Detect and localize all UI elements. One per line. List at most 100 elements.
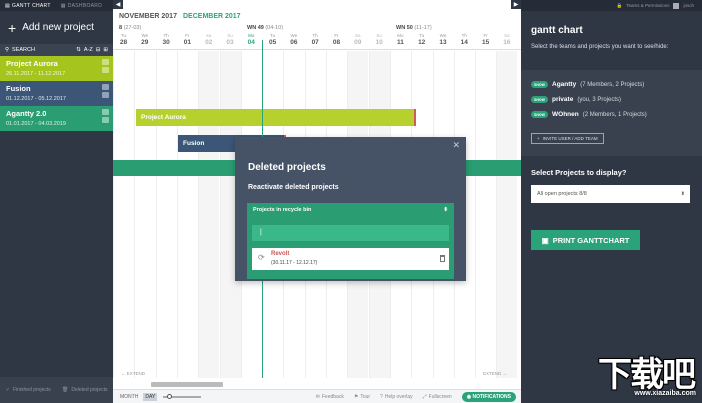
help-overlay-button[interactable]: ? Help overlay — [380, 394, 413, 400]
day-cell: Sa 16 — [496, 33, 517, 46]
user-icon[interactable] — [102, 117, 109, 123]
zoom-slider-knob[interactable] — [167, 393, 173, 399]
day-cell: Fr 01 — [177, 33, 198, 46]
day-cell: Th 30 — [156, 33, 177, 46]
project-item-fusion[interactable]: Fusion 01.12.2017 - 05.12.2017 — [0, 81, 113, 106]
day-number: 01 — [183, 39, 191, 46]
search-icon[interactable]: ⚲ — [5, 47, 9, 53]
day-column — [198, 51, 220, 378]
tab-dashboard[interactable]: ▦ DASHBOARD — [56, 3, 107, 9]
day-number: 28 — [119, 39, 128, 46]
day-number: 15 — [481, 39, 490, 46]
team-meta: (7 Members, 2 Projects) — [580, 81, 645, 88]
user-icon[interactable] — [102, 67, 109, 73]
restore-icon[interactable]: ⟳ — [258, 253, 265, 262]
collapse-icon[interactable]: ⊟ — [96, 47, 101, 53]
day-number: 10 — [375, 39, 383, 46]
day-of-week: Th — [163, 33, 169, 38]
day-cell: Sa 02 — [198, 33, 219, 46]
tour-button[interactable]: ⚑ Tour — [354, 394, 370, 400]
month-header: NOVEMBER 2017 DECEMBER 2017 — [113, 10, 521, 20]
avatar[interactable] — [673, 2, 680, 9]
deadline-marker — [414, 109, 416, 126]
user-icon[interactable] — [102, 92, 109, 98]
team-item: SHOW WOhnen (2 Members, 1 Projects) — [531, 111, 647, 118]
search-label[interactable]: SEARCH — [12, 47, 35, 53]
chevron-updown-icon: ⬍ — [443, 207, 448, 213]
month-label: NOVEMBER 2017 — [119, 13, 177, 20]
deleted-project-name: Revolt — [271, 251, 290, 257]
gantt-bar-aurora[interactable]: Project Aurora — [136, 109, 416, 126]
project-name: Fusion — [6, 84, 31, 93]
recycle-bin-select[interactable]: Projects in recycle bin ⬍ — [247, 203, 454, 217]
dashboard-icon: ▦ — [60, 2, 66, 9]
day-column — [134, 51, 155, 378]
day-cell: We 13 — [433, 33, 454, 46]
help-label: Help overlay — [384, 393, 413, 400]
extend-right-button[interactable]: EXTEND → — [483, 371, 507, 376]
day-number: 13 — [439, 39, 447, 46]
add-project-button[interactable]: + Add new project — [0, 11, 113, 44]
feedback-button[interactable]: ✉ Feedback — [316, 394, 344, 400]
search-row: ⚲ SEARCH ⇅ A-Z ⊟ ⊞ — [0, 44, 113, 56]
sort-label[interactable]: A-Z — [84, 47, 93, 53]
feedback-label: Feedback — [321, 393, 344, 400]
zoom-slider[interactable] — [163, 393, 202, 399]
user-name[interactable]: josch — [683, 3, 694, 8]
plus-icon: + — [537, 136, 540, 141]
week-label: WN 49 (04-10) — [247, 25, 284, 31]
week-label: WN 50 (11-17) — [396, 25, 432, 31]
comment-icon[interactable] — [102, 59, 109, 65]
team-toggle[interactable]: SHOW — [531, 96, 548, 103]
deleted-project-item[interactable]: ⟳ Revolt (30.11.17 - 12.12.17) — [252, 248, 449, 270]
team-meta: (2 Members, 1 Projects) — [582, 111, 647, 118]
tab-gantt-chart[interactable]: ▤ GANTT CHART — [0, 3, 56, 9]
recycle-search-input[interactable]: | — [252, 225, 449, 241]
team-meta: (you, 3 Projects) — [577, 96, 622, 103]
print-ganttchart-button[interactable]: ▣ PRINT GANTTCHART — [531, 230, 640, 250]
day-cell: Tu 12 — [411, 33, 432, 46]
chat-icon: ✉ — [315, 393, 320, 400]
project-item-agantty[interactable]: Agantty 2.0 01.01.2017 - 04.03.2019 — [0, 106, 113, 131]
team-toggle[interactable]: SHOW — [531, 111, 548, 118]
day-cell: Th 14 — [454, 33, 475, 46]
extend-left-button[interactable]: ← EXTEND — [121, 371, 145, 376]
team-item: SHOW private (you, 3 Projects) — [531, 96, 621, 103]
expand-icon[interactable]: ⊞ — [103, 47, 108, 53]
trash-icon[interactable] — [440, 255, 445, 262]
fullscreen-icon: ⤢ — [422, 393, 427, 400]
day-column — [176, 51, 198, 378]
team-toggle[interactable]: SHOW — [531, 81, 548, 88]
day-cell: Mo 04 — [241, 33, 262, 46]
notifications-button[interactable]: ◉ NOTIFICATIONS — [461, 391, 516, 402]
day-column — [155, 51, 177, 378]
project-dates: 26.11.2017 - 11.12.2017 — [6, 71, 66, 77]
horizontal-scrollbar[interactable] — [151, 382, 223, 387]
day-of-week: We — [439, 33, 447, 38]
zoom-month-button[interactable]: MONTH — [118, 393, 140, 401]
lock-icon: 🔒 — [616, 2, 623, 8]
sort-icon[interactable]: ⇅ — [76, 47, 81, 53]
day-of-week: Mo — [248, 33, 255, 38]
project-name: Agantty 2.0 — [6, 109, 47, 118]
close-icon[interactable]: ✕ — [452, 140, 460, 151]
comment-icon[interactable] — [102, 84, 109, 90]
fullscreen-button[interactable]: ⤢ Fullscreen — [423, 394, 452, 400]
deleted-projects-button[interactable]: 🗑 Deleted projects — [57, 377, 114, 403]
zoom-day-button[interactable]: DAY — [143, 392, 158, 401]
day-column — [113, 51, 134, 378]
right-panel: 🔒 Teams & Permissions josch gantt chart … — [521, 0, 702, 403]
day-cell: Sa 09 — [347, 33, 368, 46]
teams-permissions-link[interactable]: Teams & Permissions — [626, 3, 669, 8]
invite-user-button[interactable]: + INVITE USER / ADD TEAM — [531, 133, 604, 144]
day-number: 14 — [460, 39, 468, 46]
collapse-sidebar-arrow-icon[interactable]: ◀ — [113, 0, 123, 9]
finished-projects-button[interactable]: ✓ Finished projects — [0, 377, 57, 403]
day-cell: Tu 05 — [262, 33, 283, 46]
project-dates: 01.01.2017 - 04.03.2019 — [6, 121, 66, 127]
day-header: Tu 28 We 29 Th 30 Fr 01 Sa 02 Su 03 Mo 04 Tu 05 We 06 Th 07… — [113, 33, 521, 50]
collapse-panel-arrow-icon[interactable]: ▶ — [511, 0, 521, 9]
comment-icon[interactable] — [102, 109, 109, 115]
projects-select[interactable]: All open projects 8/8 ⬍ — [531, 185, 690, 203]
project-item-aurora[interactable]: Project Aurora 26.11.2017 - 11.12.2017 — [0, 56, 113, 81]
